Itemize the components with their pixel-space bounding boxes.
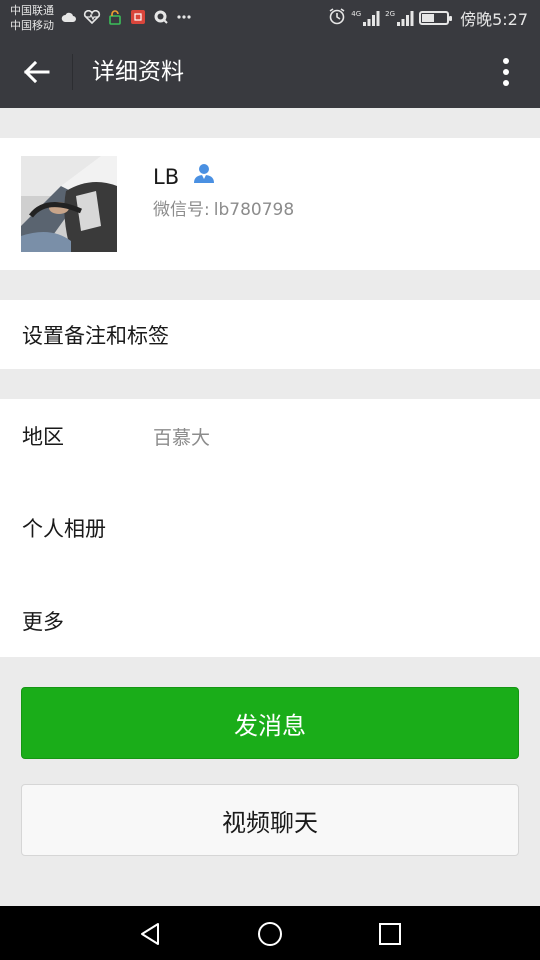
- contact-person-icon: [193, 162, 215, 191]
- signal-4g-icon: 4G: [351, 10, 380, 26]
- battery-icon: [419, 11, 453, 25]
- more-label: 更多: [22, 610, 64, 634]
- send-message-button[interactable]: 发消息: [21, 687, 519, 759]
- photo-album-label: 个人相册: [22, 517, 106, 541]
- more-notifications-icon: [175, 8, 193, 26]
- header-divider: [72, 54, 73, 90]
- region-value: 百慕大: [153, 426, 211, 449]
- carrier-2: 中国移动: [10, 19, 54, 32]
- remark-label: 设置备注和标签: [22, 323, 169, 348]
- carrier-info: 中国联通 中国移动: [10, 3, 54, 33]
- back-arrow-icon: [23, 60, 50, 84]
- heart-rate-icon: [83, 8, 101, 26]
- network-type-1: 4G: [351, 10, 362, 18]
- battery-fill: [422, 14, 434, 22]
- signal-2g-icon: 2G: [385, 10, 414, 26]
- nav-back-button[interactable]: [135, 919, 165, 949]
- cloud-icon: [60, 8, 78, 26]
- nav-home-button[interactable]: [255, 919, 285, 949]
- profile-name: LB: [153, 164, 180, 189]
- profile-name-row: LB: [153, 162, 215, 191]
- search-app-icon: [152, 8, 170, 26]
- status-bar: 中国联通 中国移动 4G 2G 傍晚5:27: [0, 0, 540, 36]
- video-call-button[interactable]: 视频聊天: [21, 784, 519, 856]
- info-group: 地区 百慕大 个人相册 更多: [0, 399, 540, 657]
- more-row[interactable]: 更多: [0, 584, 540, 658]
- alarm-icon: [328, 7, 346, 29]
- avatar[interactable]: [21, 156, 117, 252]
- back-button[interactable]: [14, 54, 58, 90]
- system-nav-bar: [0, 906, 540, 960]
- carrier-1: 中国联通: [10, 4, 54, 17]
- more-options-button[interactable]: [492, 54, 520, 90]
- status-right: 4G 2G 傍晚5:27: [328, 6, 528, 30]
- region-row: 地区 百慕大: [0, 399, 540, 473]
- lock-app-icon: [106, 8, 124, 26]
- wechat-id-label: 微信号:: [153, 200, 210, 220]
- app-badge-icon: [129, 8, 147, 26]
- notification-icons: [60, 8, 193, 26]
- profile-card: LB 微信号: lb780798: [0, 138, 540, 270]
- region-label: 地区: [22, 425, 64, 449]
- set-remark-and-tags[interactable]: 设置备注和标签: [0, 300, 540, 369]
- clock: 傍晚5:27: [460, 10, 528, 29]
- more-vertical-icon: [503, 58, 509, 86]
- wechat-id-value: lb780798: [213, 200, 295, 220]
- nav-recents-button[interactable]: [375, 919, 405, 949]
- network-type-2: 2G: [385, 10, 396, 18]
- wechat-id: 微信号: lb780798: [153, 198, 294, 222]
- triangle-back-icon: [141, 923, 159, 945]
- photo-album-row[interactable]: 个人相册: [0, 491, 540, 565]
- page-title: 详细资料: [92, 59, 184, 85]
- app-header: 详细资料: [0, 36, 540, 108]
- circle-home-icon: [258, 922, 282, 946]
- square-recents-icon: [379, 923, 401, 945]
